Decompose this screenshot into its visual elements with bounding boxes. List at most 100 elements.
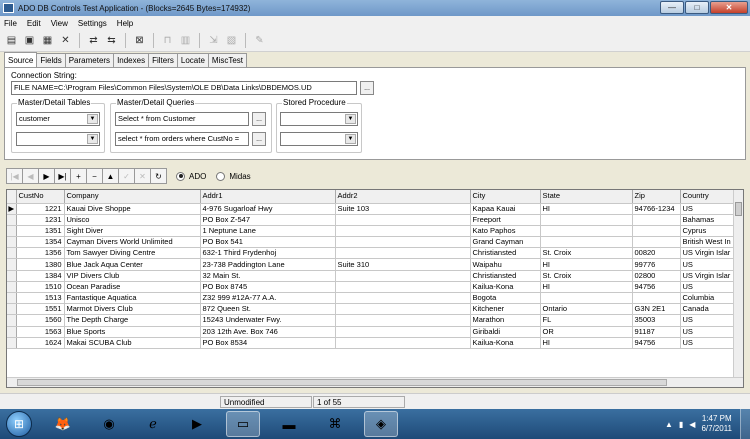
firefox-icon[interactable]: 🦊	[46, 411, 80, 437]
table-cell[interactable]: 94766-1234	[632, 203, 681, 215]
nav-cancel-button[interactable]: ✕	[134, 168, 151, 184]
table-cell[interactable]: Marmot Divers Club	[64, 303, 201, 316]
scroll-thumb[interactable]	[735, 202, 742, 216]
close-button[interactable]: ✕	[710, 1, 748, 14]
menu-help[interactable]: Help	[117, 19, 133, 28]
table-cell[interactable]: 1221	[16, 203, 65, 215]
table-row[interactable]: 1551 Marmot Divers Club 872 Queen St. Kitch…	[7, 303, 735, 316]
table-cell[interactable]: 1380	[16, 258, 65, 271]
file-explorer-icon[interactable]: ▭	[226, 411, 260, 437]
scroll-thumb[interactable]	[17, 379, 667, 386]
table-cell[interactable]	[335, 214, 471, 226]
table-cell[interactable]	[335, 314, 471, 327]
table-cell[interactable]	[335, 225, 471, 238]
table-cell[interactable]: Kauai Dive Shoppe	[64, 203, 201, 215]
table-cell[interactable]: Canada	[680, 303, 735, 316]
table-cell[interactable]	[335, 292, 471, 305]
table-cell[interactable]: Bahamas	[680, 214, 735, 226]
table-cell[interactable]: St. Croix	[540, 247, 633, 260]
nav-first-button[interactable]: |◀	[6, 168, 23, 184]
column-header[interactable]: State	[540, 190, 633, 204]
column-header[interactable]: Zip	[632, 190, 681, 204]
table-cell[interactable]	[540, 214, 633, 226]
nav-prior-button[interactable]: ◀	[22, 168, 39, 184]
table-cell[interactable]: PO Box 8745	[200, 281, 336, 294]
table-cell[interactable]: Makai SCUBA Club	[64, 337, 201, 349]
radio-midas[interactable]: Midas	[216, 171, 251, 181]
row-indicator[interactable]	[7, 303, 17, 316]
table-cell[interactable]: Unisco	[64, 214, 201, 226]
table-row[interactable]: 1354 Cayman Divers World Unlimited PO Box …	[7, 236, 735, 249]
table-cell[interactable]: US	[680, 326, 735, 338]
table-cell[interactable]: 1624	[16, 337, 65, 349]
table-cell[interactable]: 1563	[16, 326, 65, 338]
table-cell[interactable]	[335, 247, 471, 260]
row-indicator[interactable]	[7, 236, 17, 249]
row-indicator[interactable]	[7, 270, 17, 282]
table-cell[interactable]: US	[680, 314, 735, 327]
table-row[interactable]: 1384 VIP Divers Club 32 Main St. Christians…	[7, 270, 735, 282]
table-cell[interactable]	[540, 292, 633, 305]
connection-string-input[interactable]: FILE NAME=C:\Program Files\Common Files\…	[11, 81, 357, 95]
internet-explorer-icon[interactable]: ℯ	[136, 411, 170, 437]
table-cell[interactable]: US Virgin Islar	[680, 247, 735, 260]
menu-settings[interactable]: Settings	[78, 19, 107, 28]
table-row[interactable]: 1351 Sight Diver 1 Neptune Lane Kato Paphos…	[7, 225, 735, 238]
table-cell[interactable]	[335, 236, 471, 249]
media-player-icon[interactable]: ▶	[180, 411, 214, 437]
table-cell[interactable]: Waipahu	[470, 258, 541, 271]
table-cell[interactable]: US	[680, 337, 735, 349]
table-cell[interactable]: 94756	[632, 337, 681, 349]
tab-locate[interactable]: Locate	[176, 53, 209, 67]
table-cell[interactable]: PO Box 8534	[200, 337, 336, 349]
disconnect-icon[interactable]: ⇆	[104, 33, 119, 48]
table-cell[interactable]: HI	[540, 337, 633, 349]
save-icon[interactable]: ▣	[22, 33, 37, 48]
table-cell[interactable]: 632-1 Third Frydenhoj	[200, 247, 336, 260]
row-indicator[interactable]	[7, 247, 17, 260]
row-indicator[interactable]	[7, 314, 17, 327]
table-cell[interactable]: 1231	[16, 214, 65, 226]
table-cell[interactable]: 203 12th Ave. Box 746	[200, 326, 336, 338]
table-row[interactable]: 1510 Ocean Paradise PO Box 8745 Kailua-Kona…	[7, 281, 735, 294]
row-indicator[interactable]	[7, 225, 17, 238]
table-row[interactable]: 1231 Unisco PO Box Z-547 Freeport Bahamas	[7, 214, 735, 226]
nav-next-button[interactable]: ▶	[38, 168, 55, 184]
master-query-browse-button[interactable]: ...	[252, 112, 266, 126]
table-cell[interactable]	[335, 303, 471, 316]
table-cell[interactable]: 1354	[16, 236, 65, 249]
browse-connection-button[interactable]: ...	[360, 81, 374, 95]
row-indicator[interactable]	[7, 214, 17, 226]
tab-fields[interactable]: Fields	[36, 53, 66, 67]
column-header[interactable]: Company	[64, 190, 201, 204]
table-cell[interactable]: 1510	[16, 281, 65, 294]
table-cell[interactable]: 32 Main St.	[200, 270, 336, 282]
start-button[interactable]: ⊞	[6, 411, 32, 437]
volume-icon[interactable]: ◀	[689, 420, 695, 429]
table-cell[interactable]	[540, 225, 633, 238]
detail-query-input[interactable]: select * from orders where CustNo =	[115, 132, 249, 146]
lock-icon[interactable]: ⊓	[160, 33, 175, 48]
cancel-icon[interactable]: ⊠	[132, 33, 147, 48]
column-header[interactable]: Addr1	[200, 190, 336, 204]
delete-icon[interactable]: ✕	[58, 33, 73, 48]
table-cell[interactable]: Kitchener	[470, 303, 541, 316]
show-desktop-button[interactable]	[740, 409, 750, 439]
table-cell[interactable]: 35003	[632, 314, 681, 327]
stored-procedure-select-2[interactable]: ▼	[280, 132, 358, 146]
table-cell[interactable]: 15243 Underwater Fwy.	[200, 314, 336, 327]
detail-query-browse-button[interactable]: ...	[252, 132, 266, 146]
table-cell[interactable]: Fantastique Aquatica	[64, 292, 201, 305]
tab-filters[interactable]: Filters	[148, 53, 178, 67]
table-cell[interactable]: 91187	[632, 326, 681, 338]
chrome-icon[interactable]: ◉	[92, 411, 126, 437]
table-cell[interactable]: Kapaa Kauai	[470, 203, 541, 215]
table-cell[interactable]: FL	[540, 314, 633, 327]
table-cell[interactable]: 4-976 Sugarloaf Hwy	[200, 203, 336, 215]
table-cell[interactable]: 00820	[632, 247, 681, 260]
row-indicator[interactable]	[7, 281, 17, 294]
table-row[interactable]: 1380 Blue Jack Aqua Center 23-738 Paddingt…	[7, 258, 735, 271]
table-cell[interactable]: Sight Diver	[64, 225, 201, 238]
table-cell[interactable]: 1560	[16, 314, 65, 327]
table-cell[interactable]: 872 Queen St.	[200, 303, 336, 316]
